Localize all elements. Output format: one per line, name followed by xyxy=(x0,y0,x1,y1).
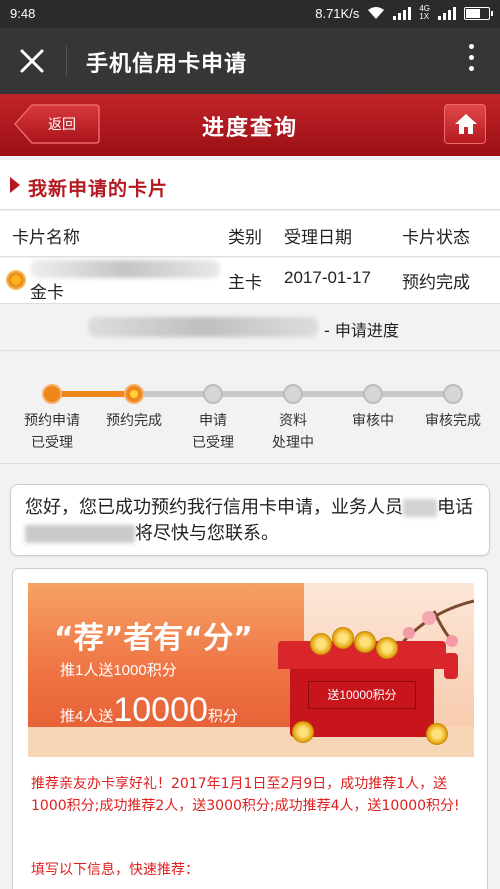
promo-subtext: 填写以下信息，快速推荐： xyxy=(31,862,199,878)
triangle-marker-icon xyxy=(10,177,20,193)
banner-line1: 推1人送1000积分 xyxy=(60,662,177,679)
step-label-line1: 申请 xyxy=(199,413,227,429)
promo-banner[interactable]: “荐”者有“分” 推1人送1000积分 推4人送10000积分 送10000积分 xyxy=(28,583,474,757)
step-label-line1: 预约完成 xyxy=(106,413,162,429)
coin-icon xyxy=(426,723,448,745)
progress-step-dot xyxy=(363,384,383,404)
table-header: 卡片名称 类别 受理日期 卡片状态 xyxy=(0,211,500,257)
page-title: 进度查询 xyxy=(201,116,298,141)
home-icon xyxy=(455,114,477,134)
coin-icon xyxy=(354,631,376,653)
coin-icon xyxy=(332,627,354,649)
coin-icon xyxy=(376,637,398,659)
signal-icon xyxy=(393,6,412,20)
banner-line2: 推4人送10000积分 xyxy=(60,691,238,729)
net-speed: 8.71K/s xyxy=(315,5,360,21)
progress-step-dot xyxy=(42,384,62,404)
progress-step-dot xyxy=(203,384,223,404)
progress-step-dot xyxy=(443,384,463,404)
home-button[interactable] xyxy=(444,104,486,144)
redacted-phone xyxy=(25,525,135,543)
col-card-name: 卡片名称 xyxy=(12,228,80,248)
step-label-line1: 资料 xyxy=(279,413,307,429)
app-title: 手机信用卡申请 xyxy=(86,52,248,77)
close-icon[interactable] xyxy=(14,43,50,79)
col-date: 受理日期 xyxy=(284,228,352,248)
progress-step-label: 资料 处理中 xyxy=(248,410,338,454)
promo-card: “荐”者有“分” 推1人送1000积分 推4人送10000积分 送10000积分… xyxy=(12,568,488,889)
progress-step-label: 预约完成 xyxy=(89,410,179,432)
signal-icon-2 xyxy=(438,6,456,20)
card-name: 金卡 xyxy=(30,283,64,303)
card-date: 2017-01-17 xyxy=(284,268,371,287)
redacted-card-title xyxy=(88,317,318,337)
step-label-line1: 预约申请 xyxy=(24,413,80,429)
col-status: 卡片状态 xyxy=(402,228,470,248)
message-part1: 您好，您已成功预约我行信用卡申请，业务人员 xyxy=(25,497,403,518)
progress-step-label: 预约申请 已受理 xyxy=(7,410,97,454)
table-row[interactable]: 金卡 主卡 2017-01-17 预约完成 xyxy=(0,258,500,304)
progress-current-marker xyxy=(130,390,138,398)
coin-icon xyxy=(310,633,332,655)
step-label-line2: 已受理 xyxy=(31,435,73,451)
status-right: 8.71K/s 4G 1X xyxy=(315,4,493,21)
more-vertical-icon[interactable] xyxy=(466,44,476,80)
app-bar-divider xyxy=(66,46,67,76)
notice-message: 您好，您已成功预约我行信用卡申请，业务人员 电话将尽快与您联系。 xyxy=(10,484,490,556)
progress-step-label: 审核完成 xyxy=(408,410,498,432)
section-title: 我新申请的卡片 xyxy=(28,178,169,200)
status-bar: 9:48 8.71K/s 4G 1X xyxy=(0,0,500,28)
step-label-line2: 已受理 xyxy=(192,435,234,451)
progress-label: - 申请进度 xyxy=(324,321,399,340)
step-label-line1: 审核完成 xyxy=(425,413,481,429)
step-label-line2: 处理中 xyxy=(272,435,314,451)
status-time: 9:48 xyxy=(10,6,36,21)
banner-big-number: 10000 xyxy=(113,691,208,729)
step-label-line1: 审核中 xyxy=(352,413,394,429)
col-type: 类别 xyxy=(228,228,262,248)
wifi-icon xyxy=(368,7,385,19)
redacted-staff-name xyxy=(403,499,437,517)
card-type: 主卡 xyxy=(228,273,262,293)
message-part3: 将尽快与您联系。 xyxy=(135,523,279,544)
section-header: 我新申请的卡片 xyxy=(0,160,500,210)
progress-track xyxy=(42,384,463,404)
progress-steps: 预约申请 已受理 预约完成 申请 已受理 资料 处理中 审核中 审核完成 xyxy=(0,352,500,464)
banner-title: “荐”者有“分” xyxy=(54,621,253,656)
page-header: 返回 进度查询 xyxy=(0,94,500,156)
envelope-label: 送10000积分 xyxy=(308,681,416,709)
coin-icon xyxy=(292,721,314,743)
battery-icon xyxy=(464,6,493,20)
network-type: 4G 1X xyxy=(419,4,430,21)
progress-step-label: 审核中 xyxy=(328,410,418,432)
progress-step-dot xyxy=(283,384,303,404)
promo-text: 推荐亲友办卡享好礼！2017年1月1日至2月9日，成功推荐1人，送1000积分;… xyxy=(31,776,460,814)
redacted-card-name xyxy=(30,260,220,278)
app-bar: 手机信用卡申请 xyxy=(0,28,500,94)
card-status: 预约完成 xyxy=(402,273,470,293)
message-part2: 电话 xyxy=(437,497,473,518)
row-radio-selected[interactable] xyxy=(6,270,26,290)
progress-header: - 申请进度 xyxy=(0,305,500,351)
progress-step-label: 申请 已受理 xyxy=(168,410,258,454)
